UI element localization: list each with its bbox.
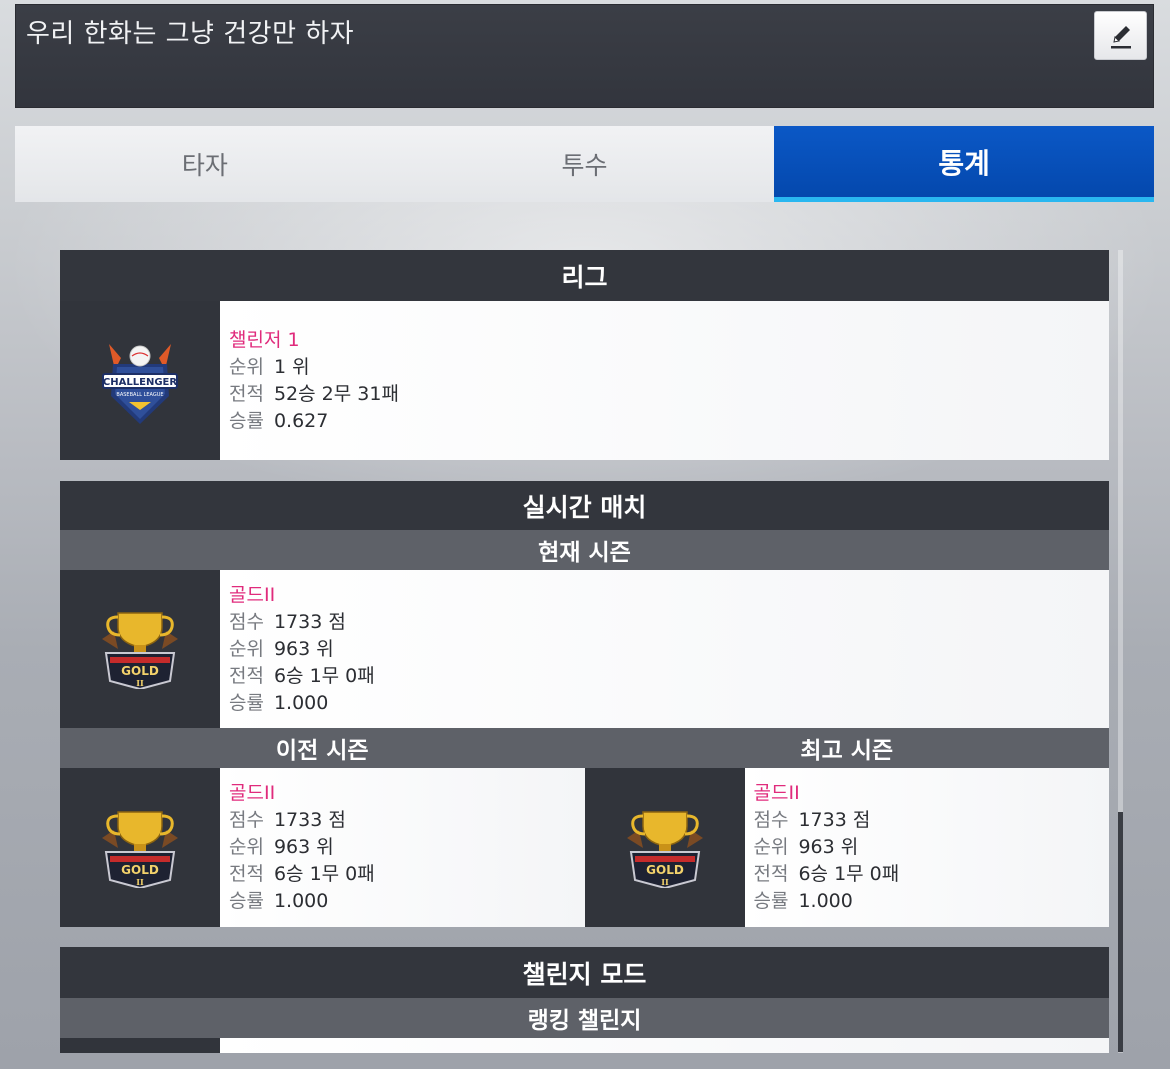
season-comparison-row: 이전 시즌 GOLD II 골드II 점수 1733 점 순위 963 위 전적… (60, 728, 1109, 927)
best-season-card: GOLD II 골드II 점수 1733 점 순위 963 위 전적 6승 1무 0패… (584, 768, 1109, 927)
current-season-info: 골드II 점수 1733 점 순위 963 위 전적 6승 1무 0패 승률 1.000 (220, 570, 1109, 728)
gold-emblem-text: GOLD (646, 863, 684, 877)
gold-emblem-text: GOLD (121, 664, 159, 678)
previous-season-record: 전적 6승 1무 0패 (229, 863, 375, 885)
previous-season-winrate: 승률 1.000 (229, 890, 329, 912)
current-season-rank: 순위 963 위 (229, 637, 334, 660)
best-season-emblem-box: GOLD II (584, 768, 745, 927)
tab-batter[interactable]: 타자 (15, 126, 395, 202)
gold-emblem-text: GOLD (121, 863, 159, 877)
previous-season-panel: 이전 시즌 GOLD II 골드II 점수 1733 점 순위 963 위 전적… (60, 728, 585, 927)
current-season-tier: 골드II (229, 583, 276, 606)
league-tier: 챌린저 1 (229, 328, 300, 351)
best-season-info: 골드II 점수 1733 점 순위 963 위 전적 6승 1무 0패 승률 1.000 (744, 768, 1109, 927)
gold-emblem-roman: II (136, 678, 144, 688)
ranking-challenge-emblem-box (60, 1038, 220, 1053)
stats-scroll-area[interactable]: 리그 CHALLENGER BASEBALL LEAGUE 챌린저 1 순위 1… (60, 250, 1109, 1053)
current-season-card: GOLD II 골드II 점수 1733 점 순위 963 위 전적 6승 1무 0패… (60, 570, 1109, 728)
challenger-emblem-text: CHALLENGER (103, 377, 177, 388)
league-record: 전적 52승 2무 31패 (229, 382, 399, 405)
challenger-emblem-subtext: BASEBALL LEAGUE (116, 392, 163, 398)
challenge-mode-header: 챌린지 모드 (60, 947, 1109, 998)
previous-season-score: 점수 1733 점 (229, 809, 346, 831)
previous-season-card: GOLD II 골드II 점수 1733 점 순위 963 위 전적 6승 1무 0패… (60, 768, 585, 927)
best-season-record: 전적 6승 1무 0패 (753, 863, 900, 885)
best-season-panel: 최고 시즌 GOLD II 골드II 점수 1733 점 순위 963 위 전적… (584, 728, 1109, 927)
pencil-icon (1110, 25, 1131, 48)
tab-statistics[interactable]: 통계 (774, 126, 1155, 202)
previous-season-tier: 골드II (229, 782, 276, 804)
league-info: 챌린저 1 순위 1 위 전적 52승 2무 31패 승률 0.627 (220, 301, 1109, 460)
current-season-score: 점수 1733 점 (229, 610, 346, 633)
league-rank: 순위 1 위 (229, 355, 310, 378)
previous-season-emblem-box: GOLD II (60, 768, 220, 927)
gold-trophy-icon: GOLD II (102, 612, 178, 689)
best-season-rank: 순위 963 위 (753, 836, 859, 858)
ranking-challenge-card (60, 1038, 1109, 1053)
team-message-text: 우리 한화는 그냥 건강만 하자 (26, 19, 355, 49)
realtime-match-header: 실시간 매치 (60, 481, 1109, 530)
current-season-record: 전적 6승 1무 0패 (229, 664, 375, 687)
league-emblem-box: CHALLENGER BASEBALL LEAGUE (60, 301, 220, 460)
scrollbar-thumb[interactable] (1118, 812, 1123, 1052)
gold-emblem-roman: II (661, 877, 669, 887)
gold-emblem-roman: II (136, 877, 144, 887)
league-winrate: 승률 0.627 (229, 409, 329, 432)
league-card: CHALLENGER BASEBALL LEAGUE 챌린저 1 순위 1 위 전… (60, 301, 1109, 460)
gold-trophy-icon: GOLD II (626, 810, 703, 888)
best-season-score: 점수 1733 점 (753, 809, 871, 831)
challenge-mode-section: 챌린지 모드 랭킹 챌린지 (60, 947, 1109, 1053)
tab-pitcher[interactable]: 투수 (394, 126, 775, 202)
current-season-winrate: 승률 1.000 (229, 691, 329, 714)
current-season-emblem-box: GOLD II (60, 570, 220, 728)
edit-message-button[interactable] (1094, 11, 1147, 60)
stats-tabs: 타자 투수 통계 (15, 126, 1155, 202)
previous-season-info: 골드II 점수 1733 점 순위 963 위 전적 6승 1무 0패 승률 1.000 (220, 768, 585, 927)
challenger-emblem-icon: CHALLENGER BASEBALL LEAGUE (102, 343, 178, 424)
best-season-header: 최고 시즌 (584, 728, 1109, 768)
league-section: 리그 CHALLENGER BASEBALL LEAGUE 챌린저 1 순위 1… (60, 250, 1109, 460)
previous-season-rank: 순위 963 위 (229, 836, 334, 858)
gold-trophy-icon: GOLD II (102, 810, 178, 888)
team-message-bar: 우리 한화는 그냥 건강만 하자 (15, 4, 1154, 108)
ranking-challenge-info (220, 1038, 1109, 1053)
ranking-challenge-header: 랭킹 챌린지 (60, 998, 1109, 1038)
best-season-tier: 골드II (753, 782, 800, 804)
league-header: 리그 (60, 250, 1109, 301)
best-season-winrate: 승률 1.000 (753, 890, 853, 912)
current-season-header: 현재 시즌 (60, 530, 1109, 570)
realtime-match-section: 실시간 매치 현재 시즌 GOLD II 골드II 점수 1733 점 순위 9… (60, 481, 1109, 927)
previous-season-header: 이전 시즌 (60, 728, 585, 768)
